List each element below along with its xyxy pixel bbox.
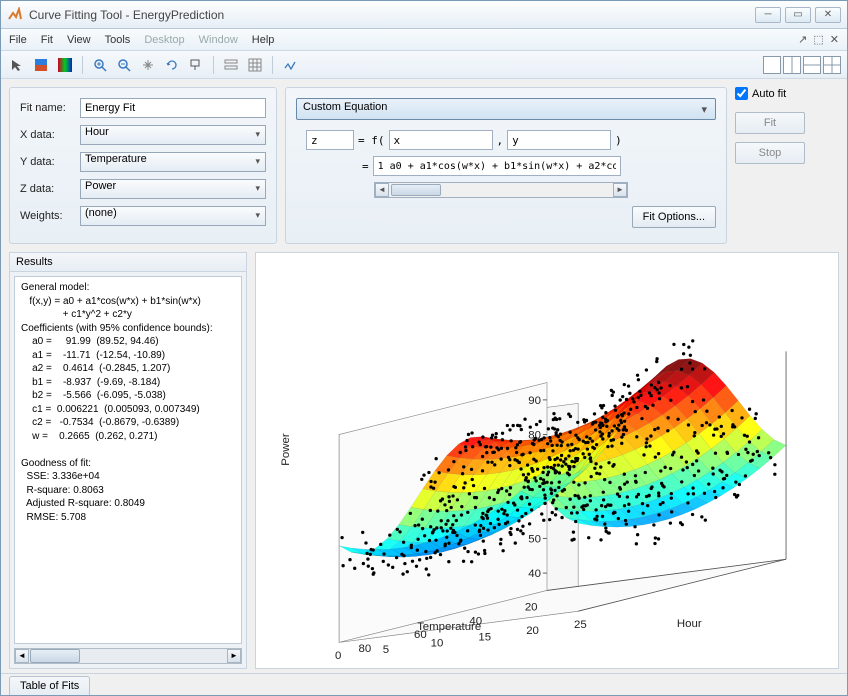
- svg-text:Hour: Hour: [677, 618, 702, 630]
- svg-text:Power: Power: [280, 433, 292, 466]
- menu-desktop[interactable]: Desktop: [144, 34, 184, 46]
- equation-panel: Custom Equation = f( , ) = ◄ ► Fit Optio…: [285, 87, 727, 244]
- ydata-select[interactable]: Temperature: [80, 152, 266, 172]
- tabbar: Table of Fits: [1, 673, 847, 695]
- tab-table-of-fits[interactable]: Table of Fits: [9, 676, 90, 695]
- minimize-button[interactable]: ─: [755, 7, 781, 23]
- eq-f-label: = f(: [358, 134, 385, 147]
- fit-options-button[interactable]: Fit Options...: [632, 206, 716, 228]
- results-scrollbar[interactable]: ◄ ►: [14, 648, 242, 664]
- grid-icon[interactable]: [245, 55, 265, 75]
- window-title: Curve Fitting Tool - EnergyPrediction: [29, 8, 755, 22]
- fit-button[interactable]: Fit: [735, 112, 805, 134]
- menu-tools[interactable]: Tools: [105, 34, 131, 46]
- svg-text:20: 20: [525, 602, 538, 614]
- scroll-thumb[interactable]: [391, 184, 441, 196]
- dock-arrow-icon[interactable]: ↗: [798, 33, 807, 46]
- equation-scrollbar[interactable]: ◄ ►: [374, 182, 628, 198]
- svg-text:40: 40: [528, 568, 541, 580]
- scroll-thumb[interactable]: [30, 649, 80, 663]
- equation-type-select[interactable]: Custom Equation: [296, 98, 716, 120]
- results-text: General model: f(x,y) = a0 + a1*cos(w*x)…: [14, 276, 242, 644]
- menu-fit[interactable]: Fit: [41, 34, 53, 46]
- close-button[interactable]: ✕: [815, 7, 841, 23]
- autofit-label: Auto fit: [752, 88, 786, 100]
- zoom-in-icon[interactable]: [90, 55, 110, 75]
- layout-4-icon[interactable]: [823, 56, 841, 74]
- zoom-out-icon[interactable]: [114, 55, 134, 75]
- surface-plot[interactable]: 405060708090Power20406080Temperature0510…: [255, 252, 839, 669]
- menubar: File Fit View Tools Desktop Window Help …: [1, 29, 847, 51]
- toolbar: [1, 51, 847, 79]
- datatip-icon[interactable]: [186, 55, 206, 75]
- autofit-checkbox[interactable]: [735, 87, 748, 100]
- xdata-select[interactable]: Hour: [80, 125, 266, 145]
- stop-button[interactable]: Stop: [735, 142, 805, 164]
- rotate-icon[interactable]: [162, 55, 182, 75]
- dock-close-icon[interactable]: ✕: [830, 33, 839, 46]
- menu-help[interactable]: Help: [252, 34, 275, 46]
- fitname-input[interactable]: [80, 98, 266, 118]
- pan-icon[interactable]: [138, 55, 158, 75]
- zdata-label: Z data:: [20, 183, 80, 195]
- scroll-left-icon[interactable]: ◄: [375, 183, 389, 197]
- colormap-icon[interactable]: [55, 55, 75, 75]
- layout-1-icon[interactable]: [763, 56, 781, 74]
- eq-eq2: =: [362, 160, 369, 173]
- svg-text:80: 80: [359, 643, 372, 655]
- layout-2-icon[interactable]: [783, 56, 801, 74]
- xdata-label: X data:: [20, 129, 80, 141]
- pointer-icon[interactable]: [7, 55, 27, 75]
- menu-file[interactable]: File: [9, 34, 27, 46]
- svg-text:0: 0: [335, 650, 341, 662]
- dock-restore-icon[interactable]: ⬚: [813, 33, 823, 46]
- weights-label: Weights:: [20, 210, 80, 222]
- layout-3-icon[interactable]: [803, 56, 821, 74]
- maximize-button[interactable]: ▭: [785, 7, 811, 23]
- fit-control-panel: Auto fit Fit Stop: [735, 87, 839, 244]
- residuals-icon[interactable]: [280, 55, 300, 75]
- weights-select[interactable]: (none): [80, 206, 266, 226]
- svg-text:50: 50: [528, 534, 541, 546]
- zdata-select[interactable]: Power: [80, 179, 266, 199]
- scroll-right-icon[interactable]: ►: [227, 649, 241, 663]
- eq-close: ): [615, 134, 622, 147]
- titlebar: Curve Fitting Tool - EnergyPrediction ─ …: [1, 1, 847, 29]
- svg-text:15: 15: [478, 631, 491, 643]
- menu-window[interactable]: Window: [199, 34, 238, 46]
- zvar-input[interactable]: [306, 130, 354, 150]
- scroll-right-icon[interactable]: ►: [613, 183, 627, 197]
- ydata-label: Y data:: [20, 156, 80, 168]
- svg-text:5: 5: [383, 644, 389, 656]
- results-title: Results: [10, 253, 246, 272]
- svg-text:10: 10: [431, 638, 444, 650]
- matlab-logo-icon: [7, 7, 23, 23]
- legend-icon[interactable]: [221, 55, 241, 75]
- equation-body-input[interactable]: [373, 156, 621, 176]
- plot-canvas: 405060708090Power20406080Temperature0510…: [256, 253, 838, 668]
- data-panel: Fit name: X data:Hour Y data:Temperature…: [9, 87, 277, 244]
- svg-text:25: 25: [574, 619, 587, 631]
- svg-text:20: 20: [526, 625, 539, 637]
- eq-comma: ,: [497, 134, 504, 147]
- fitname-label: Fit name:: [20, 102, 80, 114]
- scroll-left-icon[interactable]: ◄: [15, 649, 29, 663]
- surface-icon[interactable]: [31, 55, 51, 75]
- svg-text:90: 90: [528, 395, 541, 407]
- svg-text:Temperature: Temperature: [417, 621, 481, 633]
- menu-view[interactable]: View: [67, 34, 91, 46]
- results-panel: Results General model: f(x,y) = a0 + a1*…: [9, 252, 247, 669]
- yvar-input[interactable]: [507, 130, 611, 150]
- xvar-input[interactable]: [389, 130, 493, 150]
